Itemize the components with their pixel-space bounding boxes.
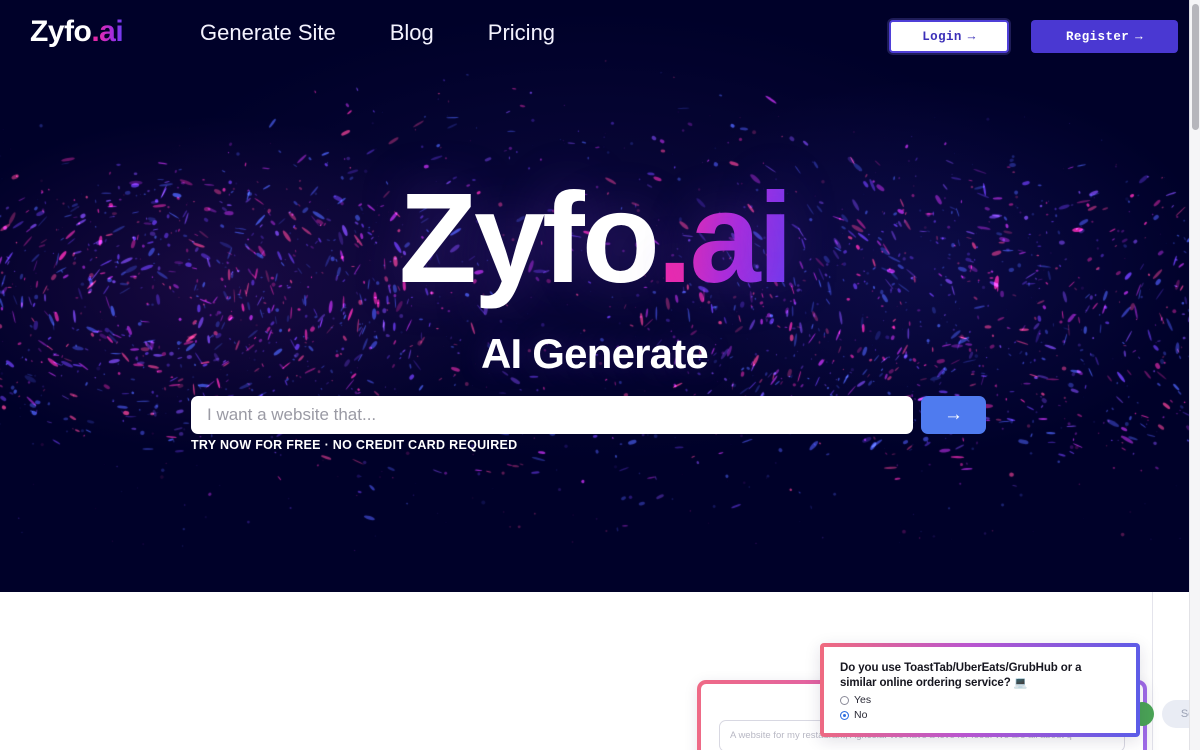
dialog-question: Do you use ToastTab/UberEats/GrubHub or …	[840, 661, 1120, 691]
nav-actions: Login → Register →	[889, 20, 1178, 53]
panel-divider	[1152, 592, 1153, 750]
online-ordering-question-dialog: Do you use ToastTab/UberEats/GrubHub or …	[820, 643, 1140, 737]
radio-option-yes[interactable]: Yes	[840, 694, 1120, 706]
radio-label-no: No	[854, 709, 868, 722]
scrollbar-thumb[interactable]	[1192, 4, 1199, 130]
site-logo[interactable]: Zyfo.ai	[30, 15, 124, 48]
radio-button-yes[interactable]	[840, 695, 849, 705]
hero-title-dot: .	[656, 167, 693, 310]
logo-dot: .	[91, 15, 100, 48]
arrow-right-icon: →	[1135, 29, 1144, 44]
hero-search-row: →	[191, 396, 986, 434]
nav-link-generate-site[interactable]: Generate Site	[200, 20, 336, 46]
page-scrollbar[interactable]	[1189, 0, 1200, 750]
hero-title-main: Zyfo	[398, 167, 660, 310]
nav-link-blog[interactable]: Blog	[390, 20, 434, 46]
dialog-body: Do you use ToastTab/UberEats/GrubHub or …	[824, 647, 1136, 721]
hero-section: Zyfo.ai Generate Site Blog Pricing Login…	[0, 0, 1189, 592]
register-button[interactable]: Register →	[1031, 20, 1178, 53]
logo-suffix: ai	[99, 15, 124, 48]
hero-title: Zyfo.ai	[0, 175, 1189, 303]
radio-button-no[interactable]	[840, 710, 849, 720]
login-button-label: Login	[922, 29, 962, 44]
arrow-right-icon: →	[967, 29, 976, 44]
sell-pill[interactable]: Sell	[1162, 700, 1189, 728]
radio-label-yes: Yes	[854, 694, 872, 707]
hero-free-trial-note: TRY NOW FOR FREE · NO CREDIT CARD REQUIR…	[191, 438, 518, 452]
page-root: Zyfo.ai Generate Site Blog Pricing Login…	[0, 0, 1200, 750]
top-navigation-bar: Zyfo.ai Generate Site Blog Pricing Login…	[0, 0, 1189, 72]
nav-link-pricing[interactable]: Pricing	[488, 20, 555, 46]
register-button-label: Register	[1065, 29, 1130, 44]
hero-content: Zyfo.ai AI Generate → TRY NOW FOR FREE ·…	[0, 0, 1189, 592]
logo-text: Zyfo	[30, 15, 92, 48]
login-button[interactable]: Login →	[889, 20, 1009, 53]
radio-option-no[interactable]: No	[840, 709, 1120, 721]
showcase-section: Tell us about A website for my restauran…	[0, 592, 1189, 750]
arrow-right-icon: →	[944, 404, 963, 425]
hero-subtitle: AI Generate	[481, 330, 709, 377]
dialog-question-text: Do you use ToastTab/UberEats/GrubHub or …	[840, 662, 1082, 690]
generate-submit-button[interactable]: →	[921, 396, 986, 434]
laptop-icon: 💻	[1013, 677, 1028, 690]
hero-title-accent: ai	[689, 167, 794, 310]
nav-links: Generate Site Blog Pricing	[200, 20, 555, 46]
prompt-input[interactable]	[191, 396, 913, 434]
